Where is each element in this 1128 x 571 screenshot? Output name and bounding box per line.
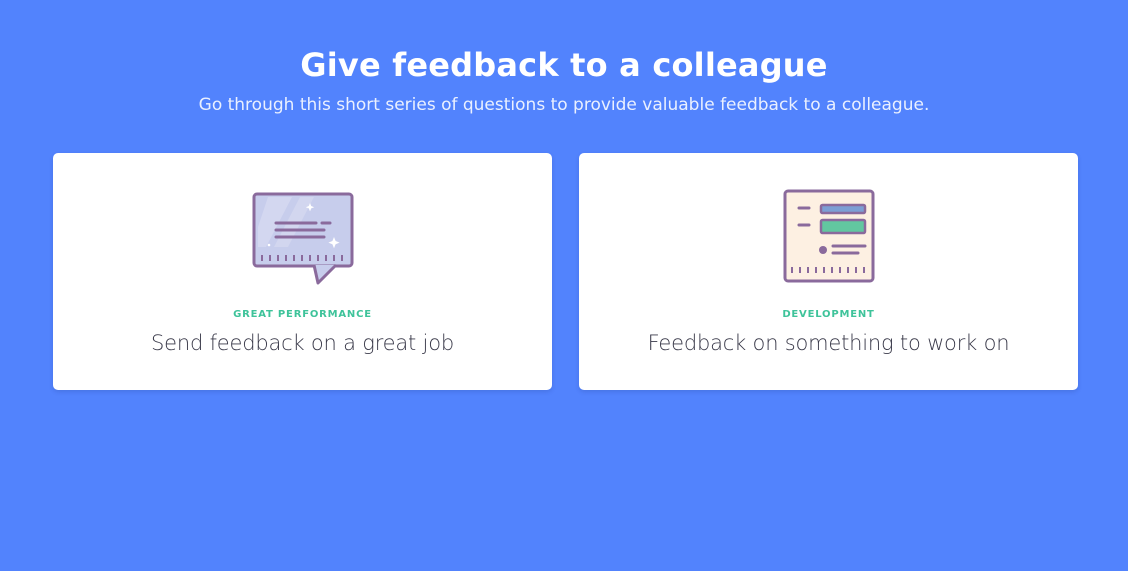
card-title: Feedback on something to work on [647, 331, 1010, 355]
speech-bubble-icon [252, 192, 353, 285]
document-form-icon [783, 189, 874, 283]
card-title: Send feedback on a great job [151, 331, 454, 355]
development-card[interactable]: DEVELOPMENT Feedback on something to wor… [579, 153, 1078, 390]
card-category: GREAT PERFORMANCE [233, 309, 372, 320]
great-performance-card[interactable]: GREAT PERFORMANCE Send feedback on a gre… [53, 153, 552, 390]
page-subtitle: Go through this short series of question… [198, 95, 930, 115]
card-category: DEVELOPMENT [782, 309, 875, 320]
page-title: Give feedback to a colleague [300, 46, 828, 84]
